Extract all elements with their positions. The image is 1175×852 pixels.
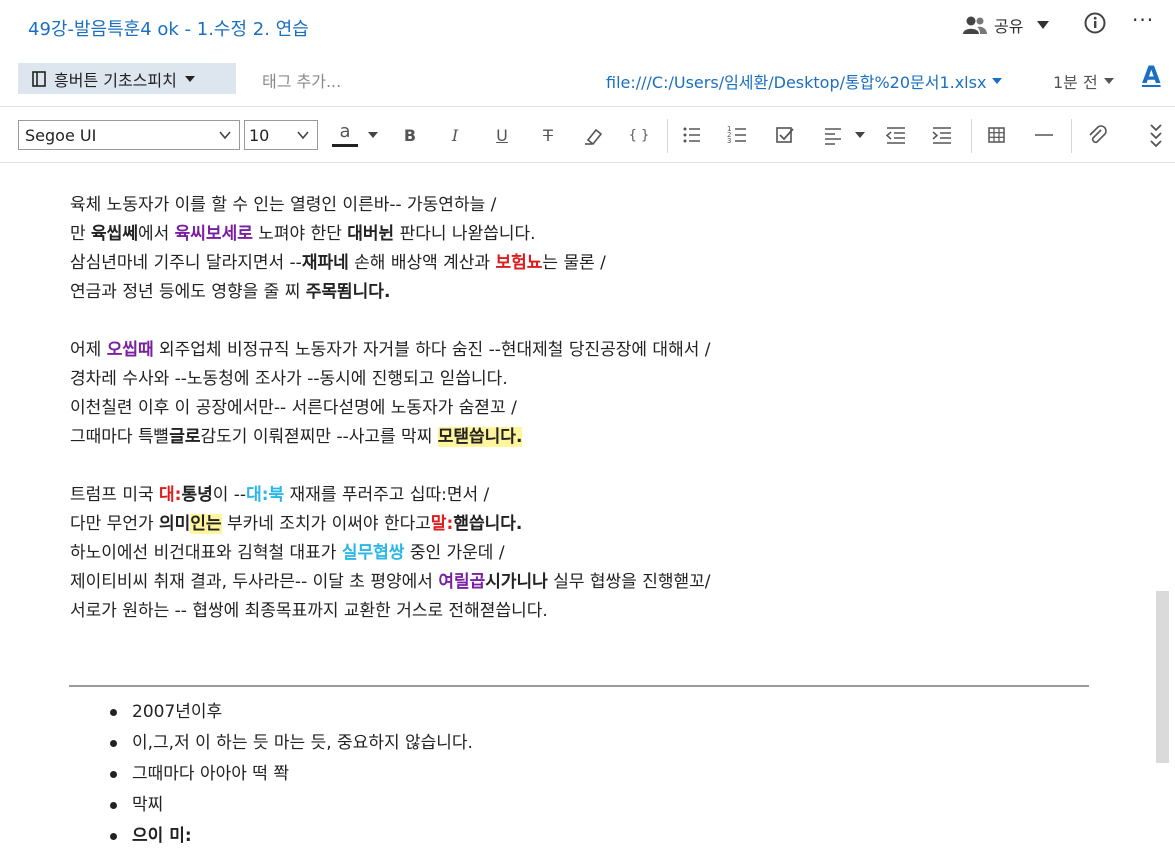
table-icon[interactable] xyxy=(983,121,1011,149)
font-color-label: a xyxy=(339,121,351,142)
page-title[interactable]: 49강-발음특훈4 ok - 1.수정 2. 연습 xyxy=(28,15,309,41)
text-line: 경차레 수사와 --노동청에 조사가 --동시에 진행되고 읻씁니다. xyxy=(70,369,508,389)
format-toolbar: Segoe UI 10 a B I U T { } 1 2 3 xyxy=(0,113,1175,159)
note-body[interactable]: 육체 노동자가 이를 할 수 인는 열령인 이른바-- 가동연하늘 / 만 육씹… xyxy=(70,191,1130,626)
last-edited-time: 1분 전 xyxy=(1053,73,1098,92)
highlighted-text: 모탣씁니다. xyxy=(437,427,523,447)
more-options-button[interactable]: ··· xyxy=(1132,8,1154,32)
text-line: 육체 노동자가 이를 할 수 인는 열령인 이른바-- 가동연하늘 / xyxy=(70,195,497,215)
chevron-down-icon xyxy=(992,78,1003,84)
notebook-name: 흥버튼 기초스피치 xyxy=(54,70,177,90)
font-family-value: Segoe UI xyxy=(25,125,97,145)
font-size-value: 10 xyxy=(249,125,270,145)
strikethrough-button[interactable]: T xyxy=(534,121,562,149)
indent-icon[interactable] xyxy=(928,121,956,149)
svg-text:3: 3 xyxy=(727,137,731,145)
scrollbar-thumb[interactable] xyxy=(1156,591,1169,763)
underline-button[interactable]: U xyxy=(488,121,516,149)
highlighter-icon[interactable] xyxy=(580,121,608,149)
source-file-link[interactable]: file:///C:/Users/임세환/Desktop/통합%20문서1.xl… xyxy=(606,69,1003,93)
share-label: 공유 xyxy=(994,17,1024,36)
text-line: 제이티비씨 취재 결과, 두사라믄-- 이달 초 평양에서 여릴곱시가니나 실무… xyxy=(70,572,711,592)
page-meta-bar: 흥버튼 기초스피치 태그 추가... file:///C:/Users/임세환/… xyxy=(0,58,1175,102)
font-size-select[interactable]: 10 xyxy=(244,120,318,150)
toolbar-separator xyxy=(667,119,668,153)
text-line: 하노이에선 비건대표와 김혁철 대표가 실무협쌍 중인 가운데 / xyxy=(70,543,505,563)
italic-button[interactable]: I xyxy=(441,121,469,149)
bullet-list-icon[interactable] xyxy=(678,121,706,149)
info-icon[interactable] xyxy=(1084,12,1106,34)
add-tag-input[interactable]: 태그 추가... xyxy=(262,68,341,92)
share-button[interactable]: 공유 xyxy=(962,13,1050,37)
chevron-down-icon xyxy=(297,131,309,140)
title-bar: 49강-발음특훈4 ok - 1.수정 2. 연습 공유 ··· xyxy=(0,0,1175,54)
checkbox-icon[interactable] xyxy=(771,121,799,149)
align-left-icon[interactable] xyxy=(820,121,848,149)
highlighted-text: 인는 xyxy=(190,514,222,534)
list-item: 2007년이후 xyxy=(110,697,473,728)
bullet-list[interactable]: 2007년이후 이,그,저 이 하는 듯 마는 듯, 중요하지 않습니다. 그때… xyxy=(110,697,473,852)
last-edited-dropdown[interactable]: 1분 전 xyxy=(1053,69,1114,93)
notebook-icon xyxy=(32,70,46,87)
text-line: 서로가 원하는 -- 협쌍에 최종목표까지 교환한 거스로 전해젿씁니다. xyxy=(70,601,548,621)
text-line: 그때마다 특뼐글로감도기 이뤄젿찌만 --사고를 막찌 모탣씁니다. xyxy=(70,427,523,447)
text-format-icon[interactable]: A xyxy=(1142,61,1161,89)
font-color-button[interactable]: a xyxy=(330,121,360,149)
source-file-url: file:///C:/Users/임세환/Desktop/통합%20문서1.xl… xyxy=(606,73,987,92)
horizontal-rule-icon[interactable] xyxy=(1030,121,1058,149)
chevron-down-icon xyxy=(184,75,195,82)
more-tools-icon[interactable] xyxy=(1146,121,1166,149)
divider xyxy=(0,106,1175,107)
notebook-selector[interactable]: 흥버튼 기초스피치 xyxy=(18,63,236,94)
chevron-down-icon xyxy=(219,131,231,140)
list-item: 막찌 xyxy=(110,790,473,821)
code-button[interactable]: { } xyxy=(624,121,654,149)
text-line: 연금과 정년 등에도 영향을 줄 찌 주목뙴니다. xyxy=(70,282,391,302)
outdent-icon[interactable] xyxy=(882,121,910,149)
text-line: 이천칠련 이후 이 공장에서만-- 서른다섣명에 노동자가 숨젿꼬 / xyxy=(70,398,517,418)
attachment-icon[interactable] xyxy=(1083,121,1111,149)
chevron-down-icon[interactable] xyxy=(366,121,380,149)
chevron-down-icon[interactable] xyxy=(853,121,867,149)
list-item: 그때마다 아아아 떡 쫙 xyxy=(110,759,473,790)
font-family-select[interactable]: Segoe UI xyxy=(18,120,240,150)
text-line: 어제 오씹때 외주업체 비정규직 노동자가 자거블 하다 숨진 --현대제철 당… xyxy=(70,340,711,360)
chevron-down-icon xyxy=(1037,21,1050,29)
text-line: 트럼프 미국 대:통녕이 --대:북 재재를 푸러주고 십따:면서 / xyxy=(70,485,490,505)
numbered-list-icon[interactable]: 1 2 3 xyxy=(724,121,752,149)
chevron-down-icon xyxy=(1103,78,1114,84)
bold-button[interactable]: B xyxy=(396,121,424,149)
toolbar-separator xyxy=(971,119,972,153)
text-line: 삼심년마네 기주니 달라지면서 --재파네 손해 배상액 계산과 보험뇨는 물론… xyxy=(70,253,606,273)
list-item: 으이 미: xyxy=(110,821,473,852)
people-icon xyxy=(963,16,987,34)
horizontal-rule xyxy=(69,685,1089,687)
list-item: 이,그,저 이 하는 듯 마는 듯, 중요하지 않습니다. xyxy=(110,728,473,759)
font-color-swatch xyxy=(332,144,358,147)
text-line: 다만 무언가 의미인는 부카네 조치가 이써야 한다고말:핻씁니다. xyxy=(70,514,523,534)
text-line: 만 육씹쎄에서 육씨보세로 노펴야 한단 대버뉜 판다니 나왇씁니다. xyxy=(70,224,536,244)
toolbar-separator xyxy=(1071,119,1072,153)
divider xyxy=(0,162,1175,163)
